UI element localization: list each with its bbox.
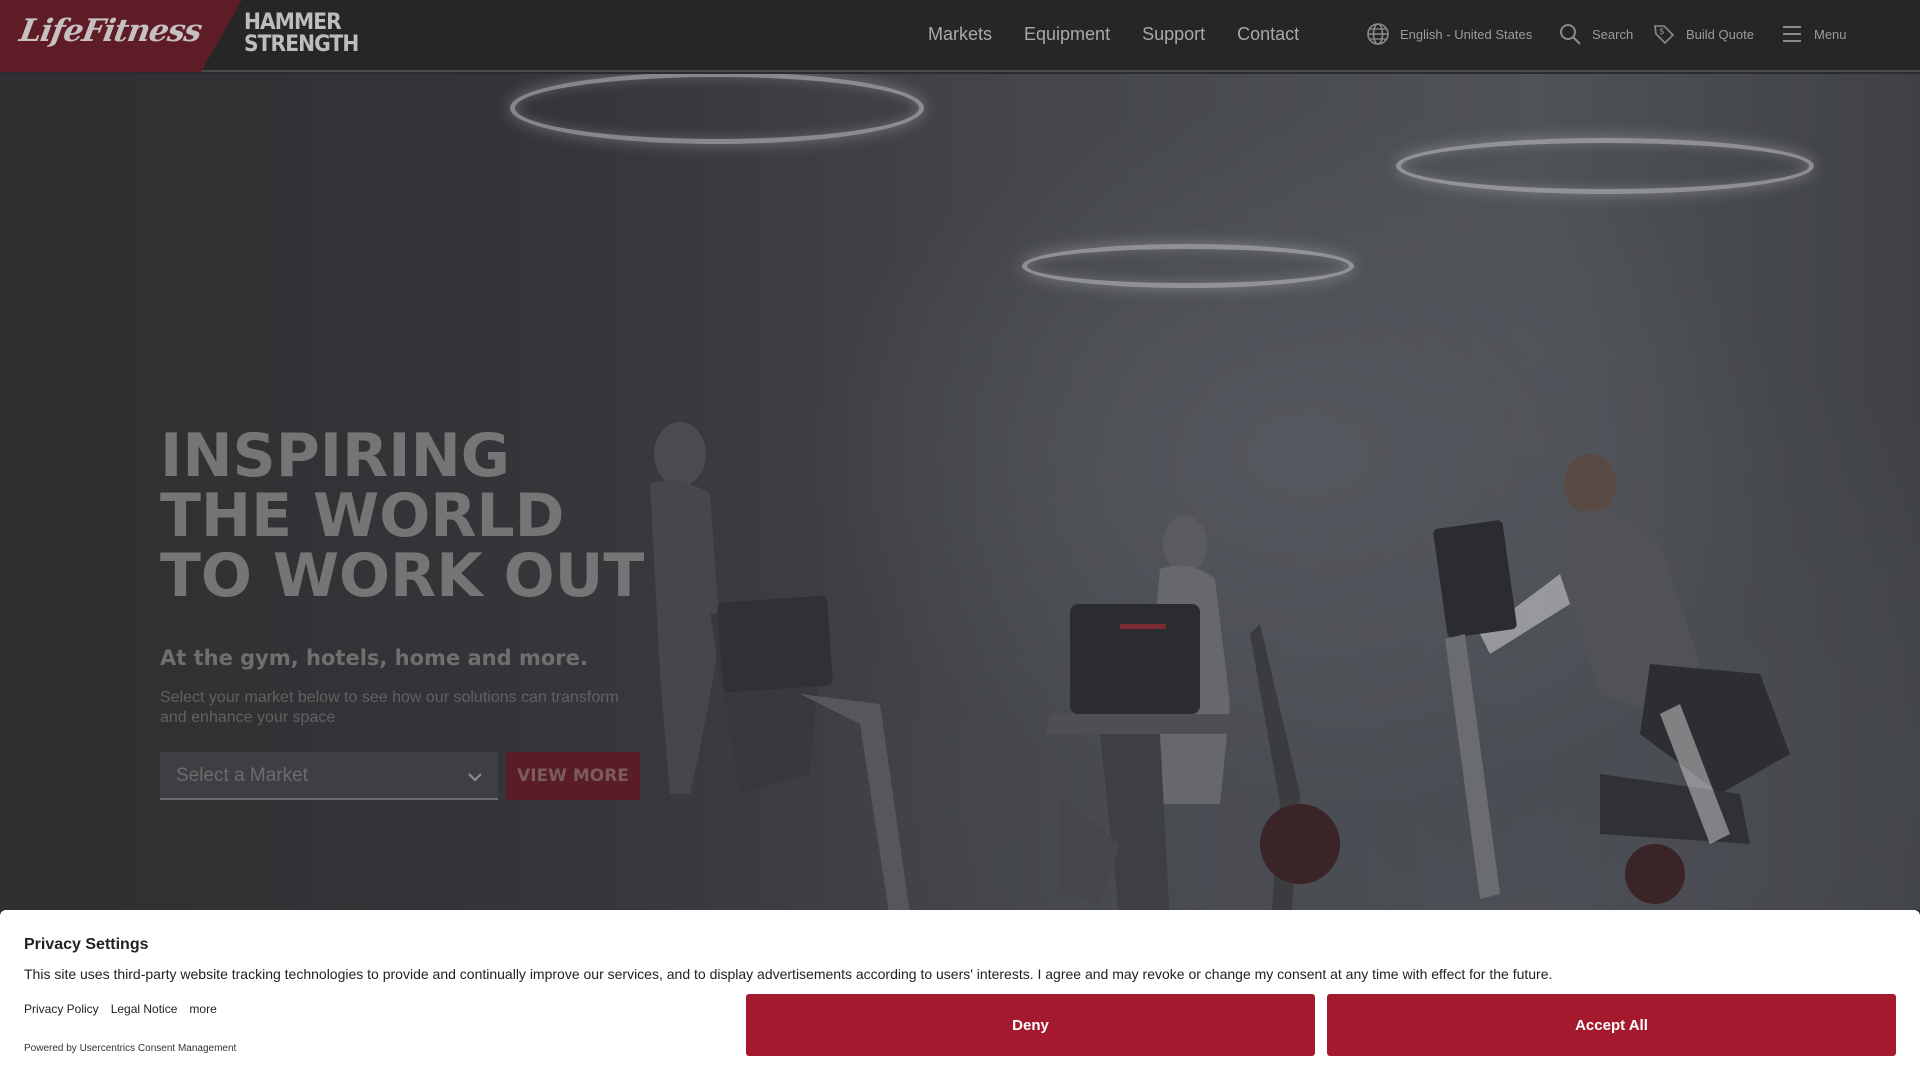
language-selector[interactable]: English - United States	[1366, 22, 1532, 46]
hamburger-icon	[1783, 26, 1801, 42]
more-link[interactable]: more	[189, 1002, 216, 1016]
market-select[interactable]: Select a Market	[160, 752, 498, 800]
powered-by-text: Powered by Usercentrics Consent Manageme…	[24, 1043, 237, 1054]
search-icon	[1560, 24, 1581, 45]
build-quote-button[interactable]: $ Build Quote	[1652, 22, 1754, 46]
build-quote-label: Build Quote	[1686, 26, 1754, 42]
hero-title: INSPIRING THE WORLD TO WORK OUT	[160, 426, 644, 606]
search-button[interactable]: Search	[1558, 22, 1633, 46]
deny-button[interactable]: Deny	[746, 994, 1315, 1056]
consent-text: This site uses third-party website track…	[24, 966, 1553, 982]
hammer-strength-logo[interactable]: HAMMER STRENGTH	[244, 10, 359, 57]
main-nav: Markets Equipment Support Contact	[928, 24, 1299, 45]
privacy-consent-banner: Privacy Settings This site uses third-pa…	[0, 910, 1920, 1080]
hero-background-image	[650, 422, 1790, 910]
consent-links: Privacy Policy Legal Notice more	[24, 1002, 217, 1016]
market-select-placeholder: Select a Market	[176, 765, 308, 786]
view-more-button[interactable]: VIEW MORE	[506, 752, 640, 800]
hammer-strength-logo-line1: HAMMER	[244, 10, 342, 35]
hero-title-line: TO WORK OUT	[160, 541, 645, 611]
language-label: English - United States	[1400, 26, 1533, 42]
privacy-policy-link[interactable]: Privacy Policy	[24, 1002, 99, 1016]
search-label: Search	[1592, 26, 1634, 42]
hammer-strength-logo-line2: STRENGTH	[244, 32, 359, 57]
svg-text:$: $	[1659, 27, 1665, 37]
hero-description: Select your market below to see how our …	[160, 689, 619, 726]
price-tag-icon: $	[1654, 25, 1675, 45]
accept-all-button[interactable]: Accept All	[1327, 994, 1896, 1056]
hero-title-line: INSPIRING	[160, 421, 511, 491]
ceiling-light-ring	[1022, 244, 1354, 288]
hero-title-line: THE WORLD	[160, 481, 565, 551]
ceiling-light-ring	[1396, 138, 1814, 194]
nav-markets[interactable]: Markets	[928, 24, 992, 45]
ceiling-light-ring	[510, 74, 924, 144]
legal-notice-link[interactable]: Legal Notice	[111, 1002, 178, 1016]
consent-title: Privacy Settings	[24, 936, 149, 953]
lifefitness-logo[interactable]: LifeFitness	[0, 0, 242, 72]
lifefitness-logo-text: LifeFitness	[16, 13, 205, 49]
nav-support[interactable]: Support	[1142, 24, 1205, 45]
menu-label: Menu	[1814, 26, 1847, 42]
nav-equipment[interactable]: Equipment	[1024, 24, 1110, 45]
site-header: LifeFitness HAMMER STRENGTH Markets Equi…	[0, 0, 1920, 72]
hero-subtitle: At the gym, hotels, home and more.	[160, 646, 588, 670]
chevron-down-icon	[468, 773, 482, 782]
menu-button[interactable]: Menu	[1780, 22, 1847, 46]
nav-contact[interactable]: Contact	[1237, 24, 1299, 45]
globe-icon	[1367, 23, 1389, 45]
hero-section: INSPIRING THE WORLD TO WORK OUT At the g…	[0, 74, 1920, 910]
